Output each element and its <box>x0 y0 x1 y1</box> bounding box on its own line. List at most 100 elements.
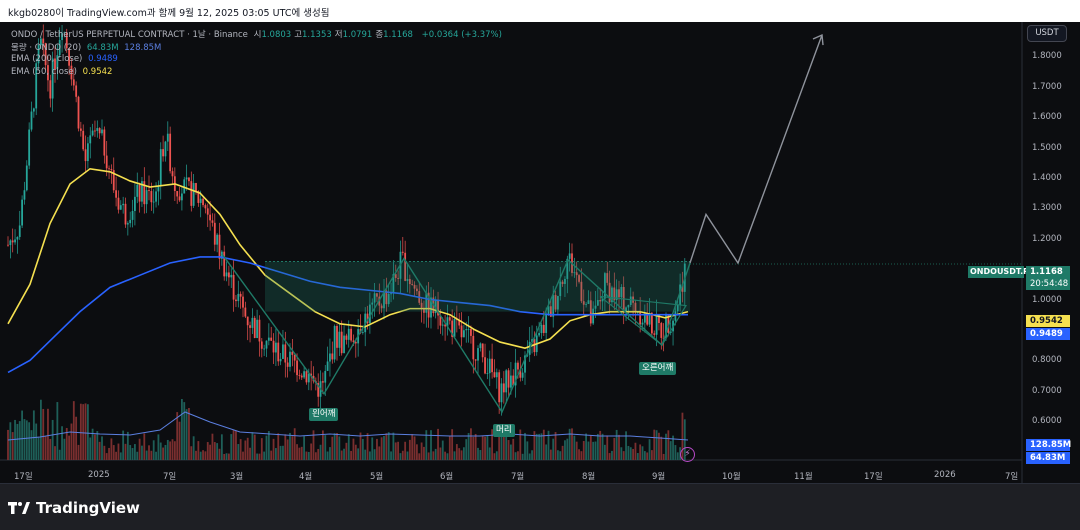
price-tick-label: 1.0000 <box>1032 294 1062 305</box>
volume-bar <box>211 433 214 460</box>
candle-body <box>216 234 219 245</box>
candle-body <box>218 234 221 259</box>
volume-bar <box>648 439 651 460</box>
candle-body <box>98 128 101 134</box>
currency-button[interactable]: USDT <box>1027 25 1067 42</box>
volume-bar <box>408 439 411 460</box>
volume-bar <box>604 444 606 460</box>
candle-body <box>350 328 352 341</box>
price-tick-label: 1.8000 <box>1032 51 1062 62</box>
ohlc-value: 1.1168 <box>383 30 413 40</box>
volume-bar <box>228 453 230 460</box>
ema50-label: EMA (50, close) <box>11 67 77 77</box>
volume-bar <box>94 434 96 460</box>
time-tick-label: 6월 <box>440 472 454 482</box>
left-shoulder-label: 왼어깨 <box>309 408 339 421</box>
volume-bar <box>260 438 263 460</box>
volume-bar <box>540 433 543 460</box>
volume-bar <box>470 428 472 460</box>
projection-path <box>689 34 823 265</box>
volume-bar <box>455 444 458 460</box>
candle-body <box>159 149 162 187</box>
candle-body <box>507 370 510 388</box>
time-tick-label: 7일 <box>1005 472 1019 482</box>
candle-body <box>28 129 31 166</box>
volume-bar <box>350 450 352 460</box>
volume-bar <box>418 453 421 460</box>
volume-bar <box>613 437 616 460</box>
tradingview-logo[interactable]: TradingView <box>8 499 140 517</box>
lightning-icon[interactable]: ⚡ <box>680 447 695 462</box>
volume-bar <box>655 430 658 460</box>
volume-bar <box>87 404 89 460</box>
volume-bar <box>582 441 585 460</box>
volume-bar <box>465 439 468 460</box>
candle-body <box>284 344 287 363</box>
volume-bar <box>538 433 540 460</box>
candle-body <box>641 322 644 325</box>
volume-bar <box>432 451 435 460</box>
volume-bar <box>209 444 211 460</box>
volume-bar <box>21 410 23 460</box>
volume-bar <box>293 428 296 460</box>
volume-bar <box>195 450 197 460</box>
volume-bar <box>192 436 195 460</box>
time-tick-label: 9월 <box>652 472 666 482</box>
volume-bar <box>249 447 251 460</box>
volume-bar <box>535 433 538 460</box>
volume-bar <box>453 451 456 460</box>
candle-body <box>505 370 508 393</box>
candle-body <box>463 330 465 338</box>
candle-body <box>448 317 451 321</box>
volume-bar <box>420 442 423 460</box>
candle-body <box>521 372 524 378</box>
volume-bar <box>159 442 162 460</box>
candle-body <box>110 169 113 171</box>
volume-bar <box>129 445 132 460</box>
volume-bar <box>16 423 19 460</box>
volume-bar <box>564 440 566 460</box>
candle-body <box>89 135 92 144</box>
candle-body <box>305 371 308 383</box>
candle-body <box>660 323 663 338</box>
candle-body <box>49 80 52 99</box>
volume-bar <box>387 432 390 460</box>
candle-body <box>651 312 653 334</box>
price-chart[interactable] <box>0 22 1080 484</box>
ohlc-value: 1.1353 <box>302 30 332 40</box>
volume-bar <box>101 436 103 460</box>
volume-value: 64.83M <box>86 43 119 53</box>
volume-bar <box>70 423 73 460</box>
candle-body <box>298 375 301 376</box>
volume-bar <box>488 447 491 460</box>
candle-body <box>105 155 108 169</box>
volume-bar <box>427 452 430 460</box>
volume-ma-tag: 128.85M <box>1026 439 1071 451</box>
volume-bar <box>416 444 418 460</box>
candle-body <box>145 190 148 205</box>
ema200-value: 0.9489 <box>88 54 118 64</box>
volume-bar <box>594 441 597 460</box>
volume-bar <box>134 444 136 460</box>
volume-bar <box>439 447 442 460</box>
volume-bar <box>296 444 298 460</box>
volume-bar <box>63 438 66 460</box>
volume-bar <box>157 434 160 460</box>
volume-bar <box>138 438 141 460</box>
chart-pane[interactable]: ONDO / TetherUS PERPETUAL CONTRACT · 1날 … <box>0 22 1080 484</box>
volume-bar <box>289 432 291 460</box>
candle-body <box>322 381 324 383</box>
candle-body <box>249 325 251 328</box>
volume-bar <box>98 441 101 460</box>
volume-bar <box>188 407 190 460</box>
volume-bar <box>251 432 254 460</box>
candle-body <box>326 361 329 371</box>
volume-bar <box>173 441 176 460</box>
volume-bar <box>484 436 486 460</box>
candle-body <box>495 372 498 378</box>
candle-body <box>136 184 139 197</box>
candle-body <box>275 342 277 353</box>
volume-bar <box>275 448 277 460</box>
candle-body <box>653 333 656 335</box>
volume-bar <box>183 402 186 460</box>
